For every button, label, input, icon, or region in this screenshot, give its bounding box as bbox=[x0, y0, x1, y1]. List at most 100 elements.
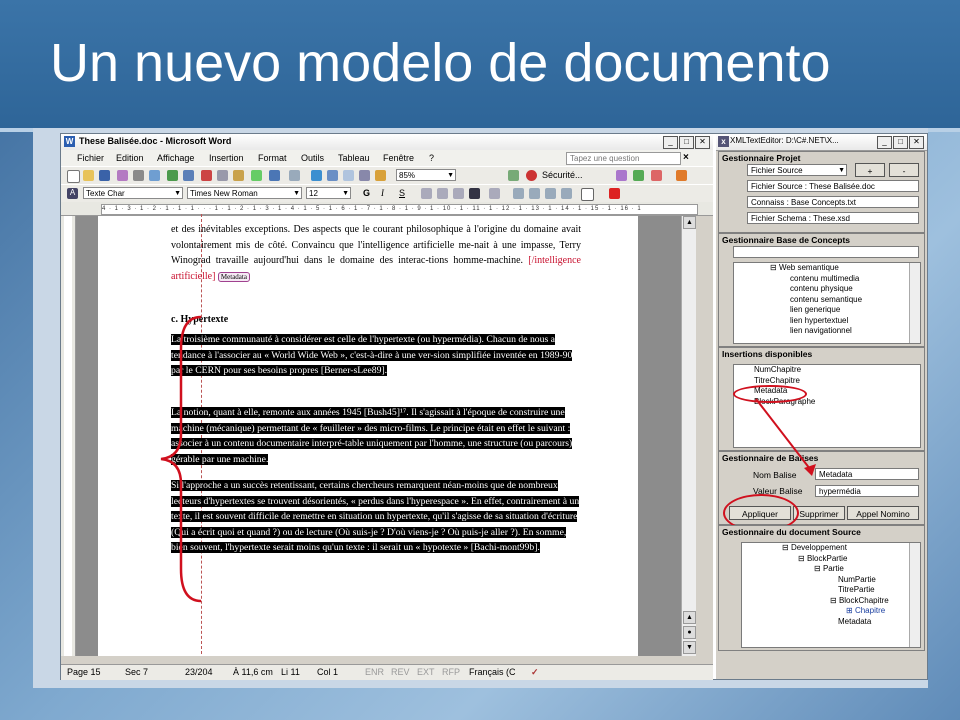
tree-item-partie[interactable]: ⊟ Partie bbox=[742, 564, 920, 575]
selected-paragraph-2[interactable]: La notion, quant à elle, remonte aux ann… bbox=[171, 405, 581, 467]
spelling-icon[interactable] bbox=[167, 170, 178, 181]
delete-button[interactable]: Supprimer bbox=[793, 506, 845, 520]
menu-tableau[interactable]: Tableau bbox=[338, 153, 370, 163]
run-icon[interactable] bbox=[508, 170, 519, 181]
scroll-up-icon[interactable]: ▲ bbox=[683, 216, 696, 229]
tree-item-contenu-physique[interactable]: contenu physique bbox=[734, 284, 920, 295]
minimize-icon[interactable]: _ bbox=[663, 136, 678, 149]
copy-icon[interactable] bbox=[217, 170, 228, 181]
xml-titlebar[interactable]: x XMLTextEditor: D:\C#.NET\X... _ □ ✕ bbox=[716, 134, 927, 151]
zoom-select[interactable]: 85% ▼ bbox=[396, 169, 456, 181]
metadata-tag-marker[interactable]: Metadata bbox=[217, 271, 250, 282]
schema-file-item[interactable]: Fichier Schema : These.xsd bbox=[747, 212, 919, 224]
office-icon[interactable] bbox=[676, 170, 687, 181]
insertions-list[interactable]: NumChapitre TitreChapitre Metadata Block… bbox=[733, 364, 921, 448]
selected-paragraph-1[interactable]: La troisième communauté à considérer est… bbox=[171, 332, 581, 379]
new-document-icon[interactable] bbox=[67, 170, 80, 183]
menu-format[interactable]: Format bbox=[258, 153, 287, 163]
redo-icon[interactable] bbox=[289, 170, 300, 181]
project-type-select[interactable]: Fichier Source ▼ bbox=[747, 164, 847, 176]
status-rev[interactable]: REV bbox=[391, 667, 410, 677]
browse-object-icon[interactable]: ● bbox=[683, 626, 696, 639]
bullets-icon[interactable] bbox=[529, 188, 540, 199]
macro-icon[interactable] bbox=[616, 170, 627, 181]
font-size-select[interactable]: 12 ▼ bbox=[306, 187, 351, 199]
format-painter-icon[interactable] bbox=[251, 170, 262, 181]
tree-item-blockchapitre[interactable]: ⊟ BlockChapitre bbox=[742, 596, 920, 607]
decrease-indent-icon[interactable] bbox=[545, 188, 556, 199]
font-select[interactable]: Times New Roman ▼ bbox=[187, 187, 302, 199]
next-page-icon[interactable]: ▼ bbox=[683, 641, 696, 654]
close-document-icon[interactable]: × bbox=[683, 152, 689, 163]
paste-icon[interactable] bbox=[233, 170, 244, 181]
menu-help[interactable]: ? bbox=[429, 153, 434, 163]
insertion-numchapitre[interactable]: NumChapitre bbox=[734, 365, 920, 376]
columns-icon[interactable] bbox=[359, 170, 370, 181]
increase-indent-icon[interactable] bbox=[561, 188, 572, 199]
vertical-ruler[interactable] bbox=[61, 216, 76, 656]
record-icon[interactable] bbox=[526, 170, 537, 181]
remove-button[interactable]: - bbox=[889, 163, 919, 177]
research-icon[interactable] bbox=[183, 170, 194, 181]
status-enr[interactable]: ENR bbox=[365, 667, 384, 677]
styles-icon[interactable]: A bbox=[67, 188, 78, 199]
undo-icon[interactable] bbox=[269, 170, 280, 181]
style-select[interactable]: Texte Char ▼ bbox=[83, 187, 183, 199]
close-icon[interactable]: ✕ bbox=[909, 136, 924, 149]
source-scrollbar[interactable] bbox=[909, 543, 920, 647]
concepts-file-item[interactable]: Connaiss : Base Concepts.txt bbox=[747, 196, 919, 208]
tree-item-lien-hypertextuel[interactable]: lien hypertextuel bbox=[734, 316, 920, 327]
source-file-item[interactable]: Fichier Source : These Balisée.doc bbox=[747, 180, 919, 192]
print-icon[interactable] bbox=[133, 170, 144, 181]
previous-page-icon[interactable]: ▲ bbox=[683, 611, 696, 624]
menu-edition[interactable]: Edition bbox=[116, 153, 144, 163]
tree-item-web-semantique[interactable]: ⊟ Web semantique bbox=[734, 263, 920, 274]
line-spacing-icon[interactable] bbox=[489, 188, 500, 199]
spelling-status-icon[interactable]: ✓ bbox=[531, 667, 539, 678]
security-button[interactable]: Sécurité... bbox=[542, 170, 583, 180]
vertical-scrollbar[interactable]: ▲ ▲ ● ▼ bbox=[681, 216, 696, 656]
source-tree[interactable]: ⊟ Developpement ⊟ BlockPartie ⊟ Partie N… bbox=[741, 542, 921, 648]
open-folder-icon[interactable] bbox=[83, 170, 94, 181]
menu-fichier[interactable]: Fichier bbox=[77, 153, 104, 163]
numbering-icon[interactable] bbox=[513, 188, 524, 199]
align-left-icon[interactable] bbox=[421, 188, 432, 199]
underline-button[interactable]: S bbox=[399, 188, 405, 198]
selected-paragraph-3[interactable]: Si l'approche a un succès retentissant, … bbox=[171, 478, 581, 556]
tree-item-contenu-multimedia[interactable]: contenu multimedia bbox=[734, 274, 920, 285]
concept-search-input[interactable] bbox=[733, 246, 919, 258]
tree-item-titrepartie[interactable]: TitrePartie bbox=[742, 585, 920, 596]
tree-item-lien-generique[interactable]: lien generique bbox=[734, 305, 920, 316]
horizontal-ruler[interactable]: 4 · 1 · 3 · 1 · 2 · 1 · 1 · 1 · · · 1 · … bbox=[61, 202, 713, 216]
tree-item-lien-navigationnel[interactable]: lien navigationnel bbox=[734, 326, 920, 337]
menu-insertion[interactable]: Insertion bbox=[209, 153, 244, 163]
tree-item-developpement[interactable]: ⊟ Developpement bbox=[742, 543, 920, 554]
borders-icon[interactable] bbox=[581, 188, 594, 201]
font-color-icon[interactable] bbox=[609, 188, 620, 199]
design-mode-icon[interactable] bbox=[651, 170, 662, 181]
tree-item-blockpartie[interactable]: ⊟ BlockPartie bbox=[742, 554, 920, 565]
add-button[interactable]: + bbox=[855, 163, 885, 177]
ask-question-input[interactable]: Tapez une question bbox=[566, 152, 681, 165]
menu-affichage[interactable]: Affichage bbox=[157, 153, 194, 163]
menu-fenetre[interactable]: Fenêtre bbox=[383, 153, 414, 163]
bold-button[interactable]: G bbox=[363, 188, 370, 198]
permission-icon[interactable] bbox=[117, 170, 128, 181]
tag-value-input[interactable]: hypermédia bbox=[815, 485, 919, 497]
tree-item-contenu-semantique[interactable]: contenu semantique bbox=[734, 295, 920, 306]
minimize-icon[interactable]: _ bbox=[877, 136, 892, 149]
status-rfp[interactable]: RFP bbox=[442, 667, 460, 677]
close-icon[interactable]: ✕ bbox=[695, 136, 710, 149]
align-center-icon[interactable] bbox=[437, 188, 448, 199]
hyperlink-icon[interactable] bbox=[311, 170, 322, 181]
tree-item-numpartie[interactable]: NumPartie bbox=[742, 575, 920, 586]
menu-outils[interactable]: Outils bbox=[301, 153, 324, 163]
tag-name-input[interactable]: Metadata bbox=[815, 468, 919, 480]
concepts-scrollbar[interactable] bbox=[909, 263, 920, 343]
tree-item-chapitre[interactable]: ⊞ Chapitre bbox=[742, 606, 920, 617]
insert-table-icon[interactable] bbox=[343, 170, 354, 181]
maximize-icon[interactable]: □ bbox=[679, 136, 694, 149]
word-titlebar[interactable]: W These Balisée.doc - Microsoft Word _ □ ✕ bbox=[61, 134, 713, 151]
cut-icon[interactable] bbox=[201, 170, 212, 181]
concepts-tree[interactable]: ⊟ Web semantique contenu multimedia cont… bbox=[733, 262, 921, 344]
